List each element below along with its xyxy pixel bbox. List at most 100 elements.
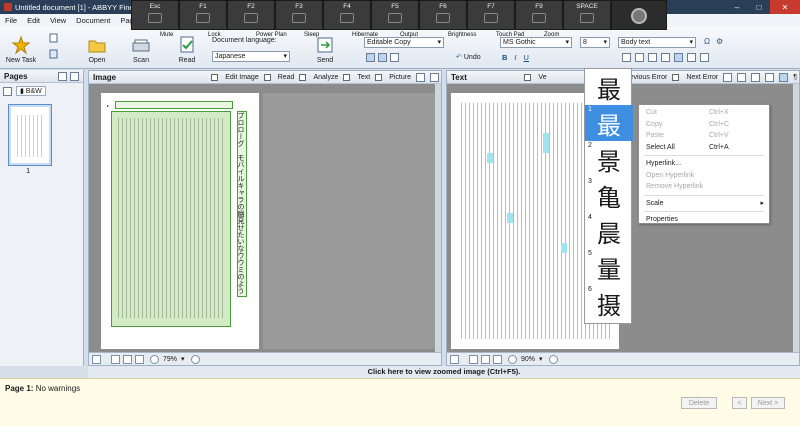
page-up-icon[interactable]: [58, 71, 67, 81]
fkey-f4[interactable]: F4 Hibernate: [323, 0, 378, 38]
menu-item-cut[interactable]: Cut Ctrl+X: [639, 107, 769, 119]
menu-item-remove-hyperlink[interactable]: Remove Hyperlink: [639, 181, 769, 193]
copy-tool-icon[interactable]: [737, 73, 747, 82]
zoom-mode-icon[interactable]: [92, 354, 101, 364]
align-right-icon[interactable]: [648, 53, 657, 62]
fkey-space[interactable]: SPACE: [563, 0, 611, 30]
open-button[interactable]: Open: [80, 35, 114, 64]
menu-item-select-all[interactable]: Select All Ctrl+A: [639, 142, 769, 154]
ime-candidate-6[interactable]: 6摄: [585, 285, 633, 321]
fkey-f1[interactable]: F1 Lock: [179, 0, 227, 38]
ime-candidate-4[interactable]: 4晨: [585, 213, 633, 249]
text-fit-width-icon[interactable]: [469, 354, 478, 364]
ime-candidate-1[interactable]: 1最: [585, 105, 633, 141]
send-button[interactable]: Send: [308, 35, 342, 64]
paste-icon[interactable]: [49, 49, 59, 59]
pilcrow-icon[interactable]: ¶: [793, 74, 797, 81]
text-block-region[interactable]: [111, 111, 231, 327]
settings-icon[interactable]: ⚙: [716, 37, 723, 46]
fit-page-icon[interactable]: [123, 354, 132, 364]
maximize-pane-icon[interactable]: [430, 73, 439, 82]
verify-button[interactable]: Ve: [524, 74, 547, 81]
next-error-button[interactable]: Next Error: [672, 74, 718, 81]
layout-mode-3-icon[interactable]: [390, 53, 399, 62]
fkey-f3[interactable]: F3 Sleep: [275, 0, 323, 38]
columns-icon[interactable]: [700, 53, 709, 62]
new-task-button[interactable]: New Task: [4, 35, 38, 64]
menu-view[interactable]: View: [45, 16, 71, 25]
copy-icon[interactable]: [49, 33, 59, 43]
ime-candidate-5[interactable]: 5量: [585, 249, 633, 285]
undo-button[interactable]: ↶ Undo: [456, 53, 481, 62]
text-zoom-out-icon[interactable]: [508, 354, 517, 364]
align-center-icon[interactable]: [635, 53, 644, 62]
zoom-dropdown-icon[interactable]: ▾: [181, 355, 185, 363]
fit-width-icon[interactable]: [111, 354, 120, 364]
ime-candidate-2[interactable]: 2景: [585, 141, 633, 177]
underline-button[interactable]: U: [524, 53, 529, 62]
fkey-f2[interactable]: F2 Power Plan: [227, 0, 287, 38]
image-toggle-icon[interactable]: [765, 73, 775, 82]
text-actual-size-icon[interactable]: [493, 354, 502, 364]
menu-document[interactable]: Document: [71, 16, 115, 25]
menu-item-open-hyperlink[interactable]: Open Hyperlink: [639, 170, 769, 182]
minimize-button[interactable]: –: [726, 0, 748, 14]
heading-block[interactable]: [115, 101, 233, 109]
zoom-in-icon[interactable]: [190, 354, 200, 364]
fkey-globe[interactable]: [611, 0, 667, 30]
image-pane-scrollbar[interactable]: [435, 84, 441, 354]
page-thumbnail[interactable]: [8, 104, 52, 166]
analyze-button[interactable]: Analyze: [299, 74, 338, 81]
omega-icon[interactable]: Ω: [704, 37, 710, 46]
align-left-icon[interactable]: [622, 53, 631, 62]
fkey-esc[interactable]: Esc Mute: [131, 0, 179, 38]
close-button[interactable]: ✕: [770, 0, 800, 14]
bold-button[interactable]: B: [502, 53, 507, 62]
menu-file[interactable]: File: [0, 16, 22, 25]
cut-tool-icon[interactable]: [723, 73, 733, 82]
delete-warning-button[interactable]: Delete: [681, 397, 717, 409]
indent-icon[interactable]: [687, 53, 696, 62]
fkey-f6[interactable]: F6 Brightness: [419, 0, 476, 38]
fkey-f5[interactable]: F5 Output: [371, 0, 419, 38]
layout-mode-1-icon[interactable]: [366, 53, 375, 62]
color-mode-toggle[interactable]: ▮ B&W: [16, 86, 46, 96]
zoom-out-icon[interactable]: [150, 354, 159, 364]
text-area-button[interactable]: Text: [343, 74, 370, 81]
layout-mode-2-icon[interactable]: [378, 53, 387, 62]
scan-button[interactable]: Scan: [124, 35, 158, 64]
zoom-hint-bar[interactable]: Click here to view zoomed image (Ctrl+F5…: [88, 366, 800, 378]
text-zoom-in-icon[interactable]: [548, 354, 558, 364]
page-view-icon[interactable]: [3, 86, 12, 96]
menu-item-paste[interactable]: Paste Ctrl+V: [639, 130, 769, 142]
edit-image-button[interactable]: Edit Image: [211, 74, 259, 81]
ime-candidate-3[interactable]: 3亀: [585, 177, 633, 213]
menu-item-copy[interactable]: Copy Ctrl+C: [639, 119, 769, 131]
text-zoom-value[interactable]: 90%: [521, 356, 535, 363]
picture-area-button[interactable]: Picture: [375, 74, 411, 81]
text-zoom-dropdown-icon[interactable]: ▾: [539, 355, 543, 363]
output-format-select[interactable]: Editable Copy: [364, 37, 444, 48]
justify-icon[interactable]: [661, 53, 670, 62]
previous-warning-button[interactable]: <: [732, 397, 747, 409]
menu-edit[interactable]: Edit: [22, 16, 45, 25]
text-pane-scrollbar[interactable]: [793, 84, 799, 354]
document-language-select[interactable]: Japanese: [212, 51, 290, 62]
show-formatting-icon[interactable]: [779, 73, 789, 82]
menu-item-hyperlink[interactable]: Hyperlink...: [639, 158, 769, 170]
fkey-f7[interactable]: F7 Touch Pad: [467, 0, 524, 38]
font-size-select[interactable]: 8: [580, 37, 610, 48]
layout-pane-icon[interactable]: [416, 73, 425, 82]
page-down-icon[interactable]: [70, 71, 79, 81]
read-area-button[interactable]: Read: [263, 74, 294, 81]
next-warning-button[interactable]: Next >: [751, 397, 785, 409]
read-button[interactable]: Read: [170, 35, 204, 64]
font-select[interactable]: MS Gothic: [500, 37, 572, 48]
paragraph-style-select[interactable]: Body text: [618, 37, 696, 48]
text-fit-page-icon[interactable]: [481, 354, 490, 364]
maximize-button[interactable]: □: [748, 0, 770, 14]
actual-size-icon[interactable]: [135, 354, 144, 364]
vertical-heading-block[interactable]: プロローグ モバイルキャラの幽見せたいなウウミのようなもの: [237, 111, 247, 297]
fkey-f9[interactable]: F9 Zoom: [515, 0, 563, 38]
paste-tool-icon[interactable]: [751, 73, 761, 82]
